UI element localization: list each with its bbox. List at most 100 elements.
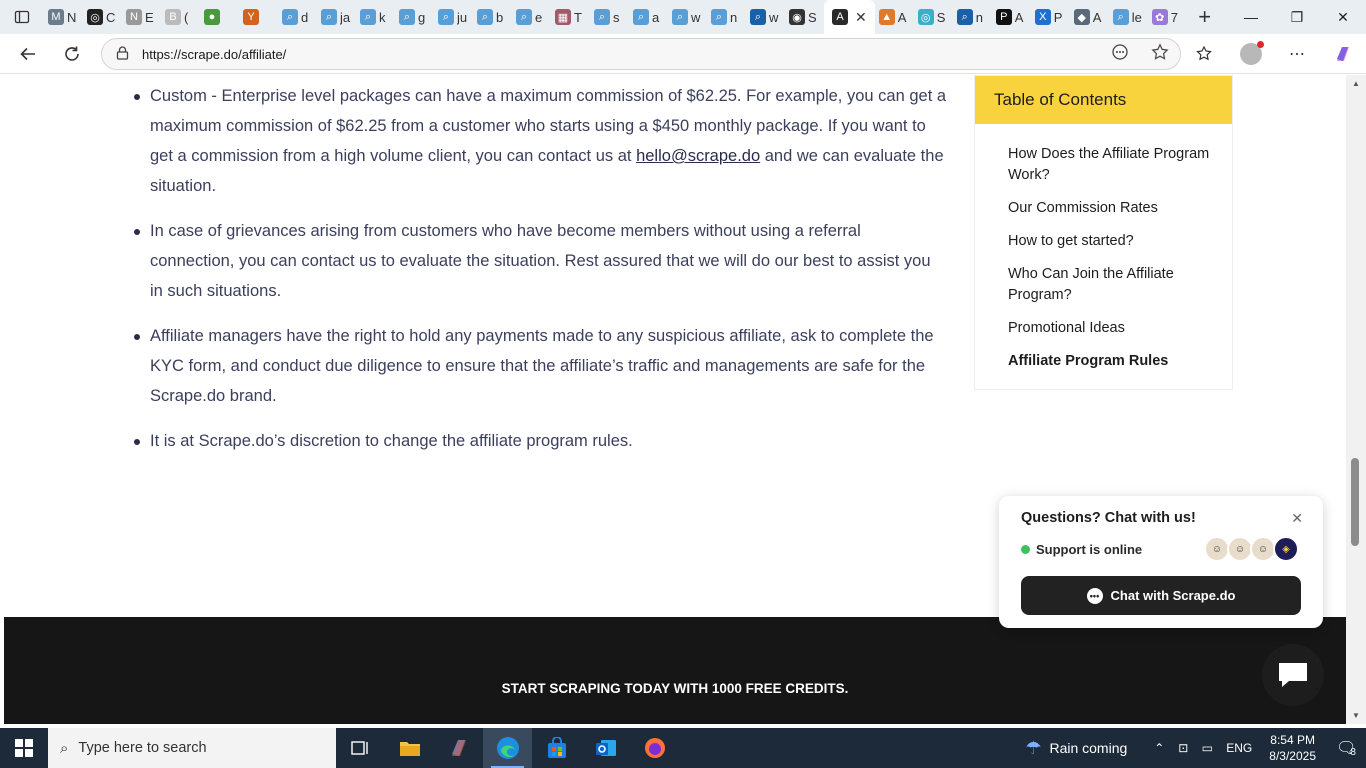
- scrollbar-thumb[interactable]: [1351, 458, 1359, 546]
- browser-tab[interactable]: ⌕ b: [473, 0, 512, 34]
- copilot-icon[interactable]: [1320, 34, 1366, 74]
- browser-tab-active[interactable]: A ✕: [824, 0, 875, 34]
- profile-button[interactable]: [1228, 34, 1274, 74]
- outlook-icon[interactable]: [581, 728, 630, 768]
- browser-tab[interactable]: ◉ S: [785, 0, 824, 34]
- browser-tab[interactable]: ⌕ a: [629, 0, 668, 34]
- tab-favicon-icon: ◉: [789, 9, 805, 25]
- refresh-button[interactable]: [52, 34, 92, 74]
- browser-tab[interactable]: ⌕ g: [395, 0, 434, 34]
- clock[interactable]: 8:54 PM 8/3/2025: [1269, 732, 1316, 764]
- list-item: It is at Scrape.do’s discretion to chang…: [132, 426, 947, 456]
- toc-item[interactable]: Affiliate Program Rules: [1008, 351, 1210, 372]
- browser-tab[interactable]: ⌕ w: [668, 0, 707, 34]
- start-button[interactable]: [0, 728, 48, 768]
- battery-icon[interactable]: ▭: [1195, 741, 1219, 755]
- close-window-button[interactable]: ✕: [1320, 0, 1366, 34]
- language-indicator[interactable]: ENG: [1219, 741, 1259, 755]
- browser-tab[interactable]: Y: [239, 0, 278, 34]
- restore-button[interactable]: ❐: [1274, 0, 1320, 34]
- scroll-up-icon[interactable]: ▲: [1346, 79, 1366, 88]
- tab-title: P: [1053, 9, 1063, 25]
- toc-item[interactable]: How to get started?: [1008, 231, 1210, 252]
- microsoft-store-icon[interactable]: [532, 728, 581, 768]
- file-explorer-icon[interactable]: [385, 728, 434, 768]
- browser-tab[interactable]: ◎ S: [914, 0, 953, 34]
- new-tab-button[interactable]: +: [1187, 0, 1223, 34]
- browser-tab[interactable]: ▦ T: [551, 0, 590, 34]
- url-text[interactable]: https://scrape.do/affiliate/: [142, 47, 1100, 62]
- tab-title: b: [496, 9, 504, 25]
- browser-tab[interactable]: ⌕ s: [590, 0, 629, 34]
- browser-tab[interactable]: ◆ A: [1070, 0, 1109, 34]
- tab-favicon-icon: ⌕: [672, 9, 688, 25]
- browser-tab[interactable]: ◎ C: [83, 0, 122, 34]
- browser-tab[interactable]: ⌕ k: [356, 0, 395, 34]
- browser-tab[interactable]: XP: [1031, 0, 1070, 34]
- tab-favicon-icon: ⌕: [399, 9, 415, 25]
- tab-actions-icon[interactable]: [0, 0, 44, 34]
- tab-title: A: [1092, 9, 1102, 25]
- tab-title: A: [1014, 9, 1024, 25]
- windows-taskbar: ⌕ Type here to search ☂ Rain coming ⌃ ⊡ …: [0, 728, 1366, 768]
- tab-title: e: [535, 9, 543, 25]
- browser-tab[interactable]: ⌕ d: [278, 0, 317, 34]
- support-avatars: ☺ ☺ ☺ ◈: [1204, 536, 1299, 562]
- notification-center-button[interactable]: 🗨 8: [1326, 728, 1366, 768]
- tab-title: (: [184, 9, 189, 25]
- tab-title: d: [301, 9, 309, 25]
- tab-title: s: [613, 9, 620, 25]
- toc-item[interactable]: How Does the Affiliate Program Work?: [1008, 144, 1210, 186]
- tab-favicon-icon: ◆: [1073, 9, 1090, 25]
- toc-item[interactable]: Who Can Join the Affiliate Program?: [1008, 264, 1210, 306]
- browser-tab[interactable]: ⌕ n: [953, 0, 992, 34]
- browser-tab[interactable]: MN: [44, 0, 83, 34]
- more-options-icon[interactable]: ⋯: [1274, 34, 1320, 74]
- chat-close-icon[interactable]: ✕: [1291, 510, 1303, 527]
- tab-title: ju: [457, 9, 468, 25]
- back-button[interactable]: [8, 34, 48, 74]
- toc-item[interactable]: Promotional Ideas: [1008, 318, 1210, 339]
- copilot-app-icon[interactable]: [434, 728, 483, 768]
- favorite-star-icon[interactable]: [1140, 43, 1180, 65]
- favorites-icon[interactable]: [1182, 34, 1228, 74]
- browser-tab[interactable]: ⌕ w: [746, 0, 785, 34]
- rule-text: Affiliate managers have the right to hol…: [150, 327, 934, 405]
- chat-with-scrape-button[interactable]: ••• Chat with Scrape.do: [1021, 576, 1301, 615]
- firefox-icon[interactable]: [630, 728, 679, 768]
- clock-date: 8/3/2025: [1269, 749, 1316, 763]
- scroll-down-icon[interactable]: ▼: [1346, 711, 1366, 720]
- edge-browser-icon[interactable]: [483, 728, 532, 768]
- list-item: Affiliate managers have the right to hol…: [132, 321, 947, 411]
- refresh-icon: [65, 46, 79, 61]
- browser-tab[interactable]: PA: [992, 0, 1031, 34]
- browser-tab[interactable]: ⌕ ju: [434, 0, 473, 34]
- close-tab-icon[interactable]: ✕: [855, 9, 867, 26]
- browser-tab[interactable]: ✿ 7: [1148, 0, 1187, 34]
- avatar: [1240, 41, 1264, 65]
- weather-widget[interactable]: ☂ Rain coming: [1025, 738, 1127, 759]
- page-scrollbar[interactable]: ▲ ▼: [1346, 75, 1366, 724]
- toc-item[interactable]: Our Commission Rates: [1008, 198, 1210, 219]
- footer-cta-section: START SCRAPING TODAY WITH 1000 FREE CRED…: [4, 617, 1346, 724]
- browser-tab[interactable]: ▲ A: [875, 0, 914, 34]
- email-link[interactable]: hello@scrape.do: [636, 147, 760, 165]
- browser-tab[interactable]: ⌕ e: [512, 0, 551, 34]
- browser-tab[interactable]: ●: [200, 0, 239, 34]
- chat-launcher-button[interactable]: [1262, 644, 1324, 706]
- browser-tab[interactable]: B(: [161, 0, 200, 34]
- browser-tab[interactable]: ⌕ le: [1109, 0, 1148, 34]
- lock-icon[interactable]: [102, 45, 142, 63]
- taskbar-search-input[interactable]: ⌕ Type here to search: [48, 728, 336, 768]
- browser-tab[interactable]: ⌕ ja: [317, 0, 356, 34]
- footer-cta-text: START SCRAPING TODAY WITH 1000 FREE CRED…: [501, 681, 849, 696]
- chevron-up-icon[interactable]: ⌃: [1147, 741, 1171, 755]
- browser-tab[interactable]: NE: [122, 0, 161, 34]
- reading-mode-icon[interactable]: [1100, 43, 1140, 65]
- minimize-button[interactable]: —: [1228, 0, 1274, 34]
- tab-title: N: [67, 9, 77, 25]
- network-icon[interactable]: ⊡: [1171, 741, 1195, 755]
- browser-tab[interactable]: ⌕ n: [707, 0, 746, 34]
- task-view-icon[interactable]: [336, 728, 385, 768]
- address-bar[interactable]: https://scrape.do/affiliate/: [101, 38, 1181, 70]
